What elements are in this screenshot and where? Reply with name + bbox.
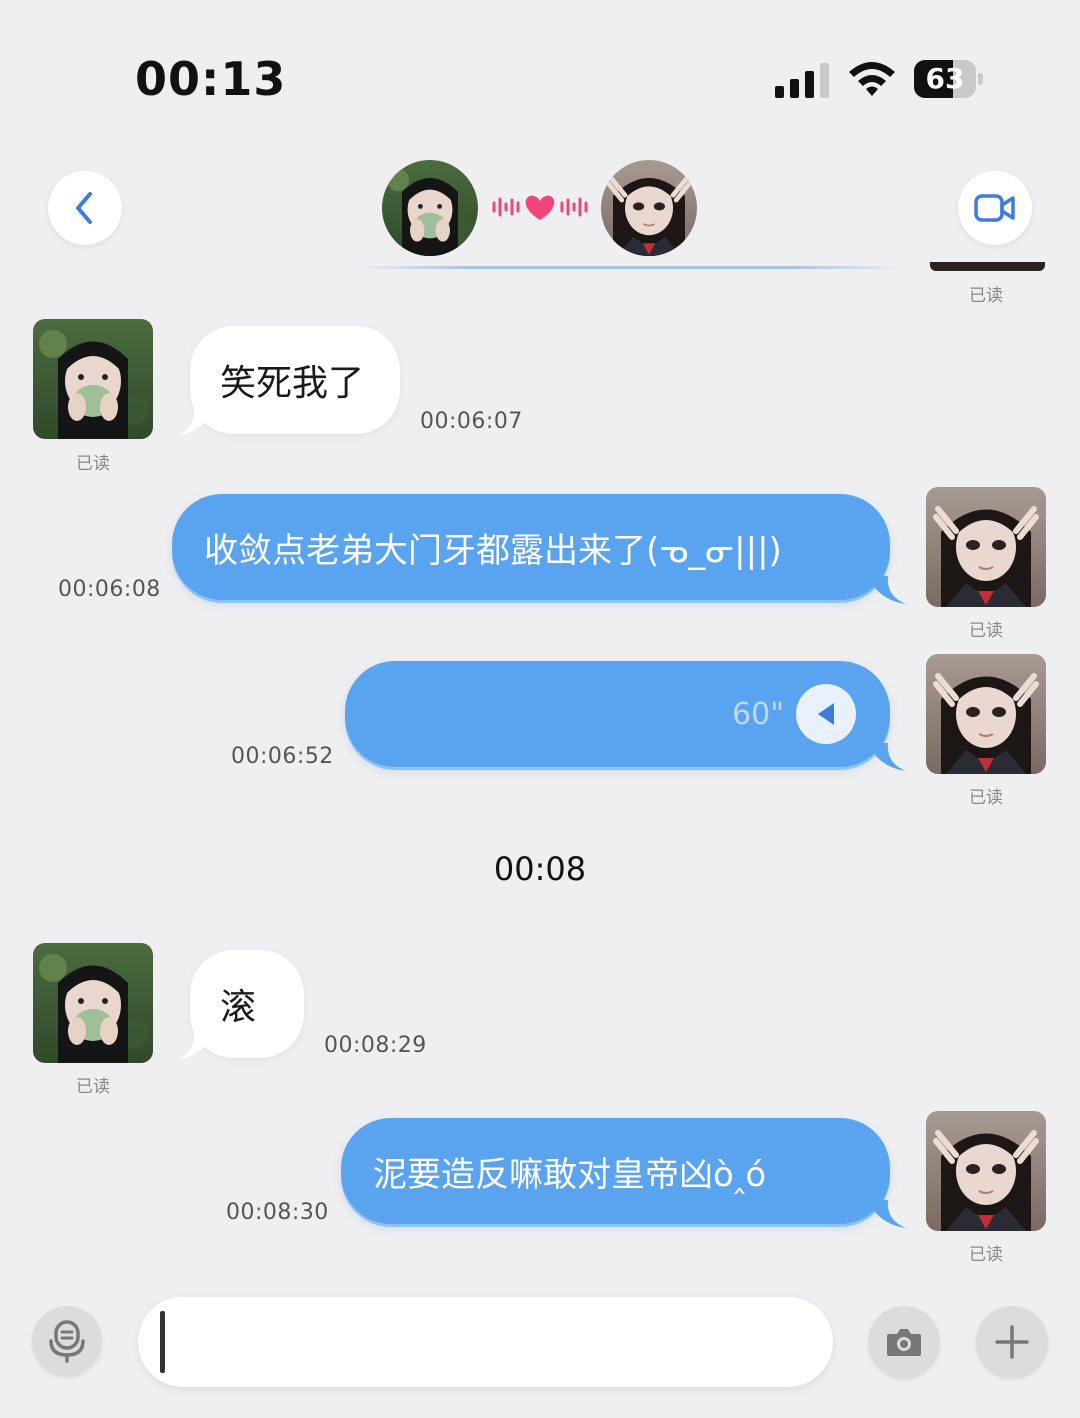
- message-time: 00:08:29: [324, 1033, 427, 1058]
- message-text: 滚: [220, 987, 257, 1028]
- time-separator: 00:08: [493, 850, 587, 888]
- message-text: 收敛点老弟大门牙都露出来了(ᓀ_ᓂ|||): [204, 530, 782, 571]
- contact-avatar[interactable]: [33, 943, 153, 1063]
- voice-message-bubble[interactable]: 60": [345, 661, 890, 767]
- message-input[interactable]: [138, 1297, 833, 1387]
- status-time: 00:13: [135, 52, 287, 106]
- more-options-button[interactable]: [976, 1306, 1048, 1378]
- cellular-signal-icon: [775, 62, 831, 98]
- back-button[interactable]: [48, 171, 122, 245]
- header-divider: [355, 266, 905, 269]
- video-camera-icon: [974, 194, 1015, 222]
- read-receipt: 已读: [969, 788, 1003, 808]
- my-avatar-partial: [930, 262, 1045, 271]
- outgoing-message-bubble[interactable]: 收敛点老弟大门牙都露出来了(ᓀ_ᓂ|||): [172, 494, 890, 600]
- plus-icon: [995, 1325, 1029, 1359]
- bubble-tail: [868, 1200, 906, 1228]
- my-avatar[interactable]: [601, 160, 697, 256]
- message-time: 00:06:52: [231, 744, 334, 769]
- read-receipt: 已读: [76, 454, 110, 474]
- bubble-tail: [176, 1032, 214, 1060]
- contact-avatar[interactable]: [33, 319, 153, 439]
- incoming-message-bubble[interactable]: 笑死我了: [190, 326, 400, 434]
- chevron-left-icon: [76, 192, 92, 224]
- voice-input-icon: [49, 1320, 85, 1363]
- read-receipt: 已读: [969, 286, 1003, 306]
- voice-input-button[interactable]: [32, 1306, 102, 1376]
- message-time: 00:06:07: [420, 409, 523, 434]
- my-avatar[interactable]: [926, 654, 1046, 774]
- camera-button[interactable]: [868, 1306, 940, 1378]
- read-receipt: 已读: [969, 621, 1003, 641]
- read-receipt: 已读: [969, 1245, 1003, 1265]
- video-call-button[interactable]: [958, 171, 1032, 245]
- message-time: 00:08:30: [226, 1200, 329, 1225]
- bubble-tail: [176, 408, 214, 436]
- read-receipt: 已读: [76, 1077, 110, 1097]
- message-time: 00:06:08: [58, 577, 161, 602]
- battery-level: 63: [925, 62, 965, 95]
- bubble-tail: [868, 576, 906, 604]
- camera-icon: [887, 1329, 921, 1356]
- contact-avatar[interactable]: [382, 160, 478, 256]
- battery-icon: 63: [914, 60, 984, 98]
- message-text: 泥要造反嘛敢对皇帝凶ò‸ó: [373, 1154, 767, 1195]
- my-avatar[interactable]: [926, 1111, 1046, 1231]
- my-avatar[interactable]: [926, 487, 1046, 607]
- voice-play-icon: [796, 684, 856, 744]
- voice-duration: 60": [732, 696, 784, 732]
- heart-soundwave-icon: [490, 190, 590, 224]
- text-cursor: [160, 1311, 165, 1373]
- message-text: 笑死我了: [220, 363, 365, 404]
- wifi-icon: [846, 60, 898, 100]
- outgoing-message-bubble[interactable]: 泥要造反嘛敢对皇帝凶ò‸ó: [341, 1118, 890, 1224]
- bubble-tail: [868, 743, 906, 771]
